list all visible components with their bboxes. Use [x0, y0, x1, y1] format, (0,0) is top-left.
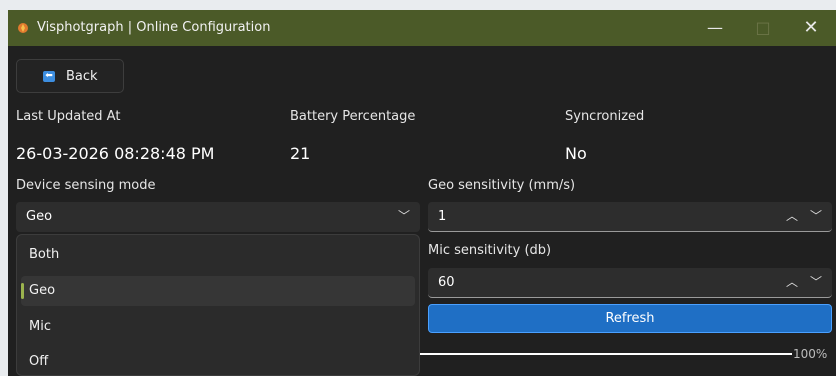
- geo-sensitivity-input[interactable]: 1 ︿ ﹀: [428, 202, 832, 232]
- sensing-mode-selected-value: Geo: [26, 209, 53, 224]
- maximize-button[interactable]: □: [740, 10, 786, 46]
- app-window: Visphotgraph | Online Configuration — □ …: [8, 10, 836, 376]
- geo-sensitivity-label: Geo sensitivity (mm/s): [428, 178, 576, 193]
- decrement-chevron-down-icon[interactable]: ﹀: [810, 274, 822, 290]
- battery-percentage-value: 21: [290, 144, 311, 163]
- last-updated-value: 26-03-2026 08:28:48 PM: [16, 144, 215, 163]
- dropdown-option-off[interactable]: Off: [21, 347, 415, 376]
- dropdown-option-both[interactable]: Both: [21, 240, 415, 270]
- decrement-chevron-down-icon[interactable]: ﹀: [810, 208, 822, 224]
- increment-chevron-up-icon[interactable]: ︿: [786, 208, 798, 224]
- screen-background: Visphotgraph | Online Configuration — □ …: [0, 0, 836, 376]
- sensing-mode-label: Device sensing mode: [16, 178, 156, 193]
- selection-indicator: [21, 283, 24, 299]
- mic-sensitivity-label: Mic sensitivity (db): [428, 243, 552, 258]
- last-updated-label: Last Updated At: [16, 109, 121, 124]
- geo-sensitivity-value: 1: [438, 209, 447, 224]
- chevron-down-icon: ﹀: [397, 209, 410, 223]
- window-title: Visphotgraph | Online Configuration: [37, 20, 271, 35]
- synchronized-label: Syncronized: [565, 109, 645, 124]
- app-logo-icon: [18, 23, 28, 33]
- option-label: Off: [29, 354, 49, 369]
- sensing-mode-dropdown: Both Geo Mic Off: [16, 234, 420, 376]
- progress-percent-label: 100%: [793, 347, 828, 361]
- sensing-mode-select[interactable]: Geo ﹀: [16, 202, 420, 232]
- dropdown-option-mic[interactable]: Mic: [21, 312, 415, 342]
- increment-chevron-up-icon[interactable]: ︿: [786, 274, 798, 290]
- synchronized-value: No: [565, 144, 587, 163]
- option-label: Mic: [29, 319, 51, 334]
- option-label: Geo: [29, 283, 56, 298]
- title-bar[interactable]: Visphotgraph | Online Configuration — □ …: [8, 10, 836, 46]
- progress-bar: [420, 353, 792, 355]
- mic-sensitivity-input[interactable]: 60 ︿ ﹀: [428, 268, 832, 298]
- minimize-button[interactable]: —: [692, 10, 738, 46]
- dropdown-option-geo[interactable]: Geo: [21, 276, 415, 306]
- back-button-label: Back: [66, 69, 98, 84]
- mic-sensitivity-value: 60: [438, 275, 455, 290]
- progress-bar-fill: [420, 353, 792, 355]
- option-label: Both: [29, 247, 60, 262]
- refresh-button[interactable]: Refresh: [428, 304, 832, 333]
- back-arrow-icon: ⬅: [43, 71, 55, 82]
- battery-percentage-label: Battery Percentage: [290, 109, 416, 124]
- close-button[interactable]: ✕: [788, 10, 834, 46]
- back-button[interactable]: ⬅ Back: [16, 59, 124, 93]
